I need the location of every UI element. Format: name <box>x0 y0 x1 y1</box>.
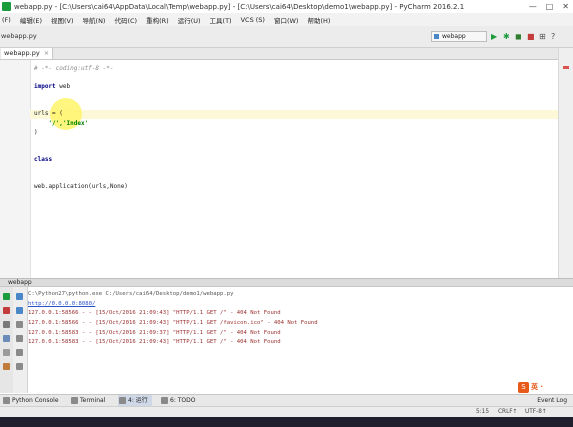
run-icon[interactable]: ▶ <box>491 32 497 41</box>
menu-run[interactable]: 运行(U) <box>178 15 201 25</box>
input-method-watermark: S 英 · <box>518 381 572 393</box>
watermark-logo: S <box>518 381 529 393</box>
run-console[interactable]: C:\Python27\python.exe C:/Users/cai64/De… <box>28 290 318 348</box>
settings-icon[interactable]: ? <box>551 32 555 41</box>
keyword-token: class <box>34 155 53 163</box>
console-line: C:\Python27\python.exe C:/Users/cai64/De… <box>28 291 234 297</box>
error-marker[interactable] <box>563 66 569 69</box>
tab-python-console[interactable]: Python Console <box>2 395 59 406</box>
keyword-token: import <box>34 83 56 91</box>
run-toolbar-secondary <box>13 287 28 393</box>
console-line: 127.0.0.1:58566 - - [15/Oct/2016 21:09:4… <box>28 310 281 317</box>
run-config-select[interactable]: webapp <box>431 31 487 42</box>
menu-refactor[interactable]: 重构(R) <box>146 15 169 25</box>
pycharm-icon <box>2 2 11 11</box>
code-line: '/','Index' <box>34 119 89 127</box>
code-content[interactable]: # -*- coding:utf-8 -*- import web urls =… <box>34 64 128 191</box>
pause-icon[interactable] <box>3 321 10 328</box>
clear-icon[interactable] <box>16 363 23 370</box>
editor-tab-bar: webapp.py × <box>0 48 573 60</box>
tab-close-icon[interactable]: × <box>44 49 49 57</box>
tab-label: webapp.py <box>4 49 40 57</box>
event-log-button[interactable]: Event Log <box>537 395 567 406</box>
stop-icon[interactable]: ■ <box>527 32 535 41</box>
caret-position[interactable]: 5:15 <box>476 407 489 417</box>
code-line: import web <box>34 82 128 91</box>
watermark-text: 英 · <box>531 383 544 391</box>
status-bar: 5:15 CRLF↑ UTF-8↑ <box>0 406 573 417</box>
menu-help[interactable]: 帮助(H) <box>307 15 330 25</box>
menu-bar: (F) 编辑(E) 视图(V) 导航(N) 代码(C) 重构(R) 运行(U) … <box>0 13 573 26</box>
layout-icon[interactable] <box>3 335 10 342</box>
tool-window-bar: Python Console Terminal 4: 运行 6: TODO Ev… <box>0 394 573 406</box>
menu-edit[interactable]: 编辑(E) <box>20 15 42 25</box>
close-button[interactable]: ✕ <box>562 2 569 11</box>
minimize-button[interactable]: — <box>529 2 537 11</box>
pin-icon[interactable] <box>3 349 10 356</box>
tab-todo[interactable]: 6: TODO <box>160 395 195 406</box>
arrow-down-icon[interactable] <box>16 307 23 314</box>
code-editor[interactable]: # -*- coding:utf-8 -*- import web urls =… <box>0 60 558 278</box>
arrow-up-icon[interactable] <box>16 293 23 300</box>
tab-terminal[interactable]: Terminal <box>70 395 105 406</box>
code-line: ) <box>34 128 38 136</box>
run-toolbar <box>0 287 14 393</box>
coverage-icon[interactable]: ◼ <box>515 32 522 41</box>
console-line: 127.0.0.1:58566 - - [15/Oct/2016 21:09:4… <box>28 320 318 327</box>
vcs-icon[interactable]: ⊞ <box>539 32 546 41</box>
window-controls: — □ ✕ <box>529 2 569 11</box>
console-link[interactable]: http://0.0.0.0:8080/ <box>28 300 318 310</box>
soft-wrap-icon[interactable] <box>16 321 23 328</box>
window-titlebar: webapp.py - [C:\Users\cai64\AppData\Loca… <box>0 0 573 13</box>
scroll-to-end-icon[interactable] <box>16 335 23 342</box>
menu-window[interactable]: 窗口(W) <box>274 15 299 25</box>
line-separator[interactable]: CRLF↑ <box>498 407 518 417</box>
console-line: 127.0.0.1:58583 - - [15/Oct/2016 21:09:3… <box>28 329 281 336</box>
code-line: class <box>34 155 128 164</box>
close-panel-icon[interactable] <box>3 363 10 370</box>
file-encoding[interactable]: UTF-8↑ <box>525 407 547 417</box>
maximize-button[interactable]: □ <box>546 2 554 11</box>
code-line: # -*- coding:utf-8 -*- <box>34 65 114 72</box>
console-line: 127.0.0.1:58583 - - [15/Oct/2016 21:09:4… <box>28 339 281 346</box>
os-taskbar <box>0 417 573 427</box>
debug-icon[interactable]: ✱ <box>503 32 510 41</box>
main-toolbar: webapp.py webapp ▶ ✱ ◼ ■ ⊞ ? <box>0 26 573 48</box>
run-panel-header: webapp <box>0 278 573 287</box>
tab-webapp-py[interactable]: webapp.py × <box>1 48 54 59</box>
menu-code[interactable]: 代码(C) <box>114 15 137 25</box>
code-line: web.application(urls,None) <box>34 183 128 191</box>
menu-tools[interactable]: 工具(T) <box>210 15 232 25</box>
code-line: urls = ( <box>34 110 63 118</box>
menu-view[interactable]: 视图(V) <box>51 15 74 25</box>
editor-scrollbar[interactable] <box>558 48 573 278</box>
menu-file[interactable]: (F) <box>2 16 11 24</box>
line-gutter[interactable] <box>0 60 31 278</box>
tab-run[interactable]: 4: 运行 <box>118 395 152 406</box>
code-token: web <box>55 83 71 91</box>
stop-icon[interactable] <box>3 307 10 314</box>
breadcrumb[interactable]: webapp.py <box>1 32 37 40</box>
menu-navigate[interactable]: 导航(N) <box>83 15 106 25</box>
window-title: webapp.py - [C:\Users\cai64\AppData\Loca… <box>14 2 465 11</box>
print-icon[interactable] <box>16 349 23 356</box>
menu-vcs[interactable]: VCS (S) <box>241 16 265 24</box>
rerun-icon[interactable] <box>3 293 10 300</box>
